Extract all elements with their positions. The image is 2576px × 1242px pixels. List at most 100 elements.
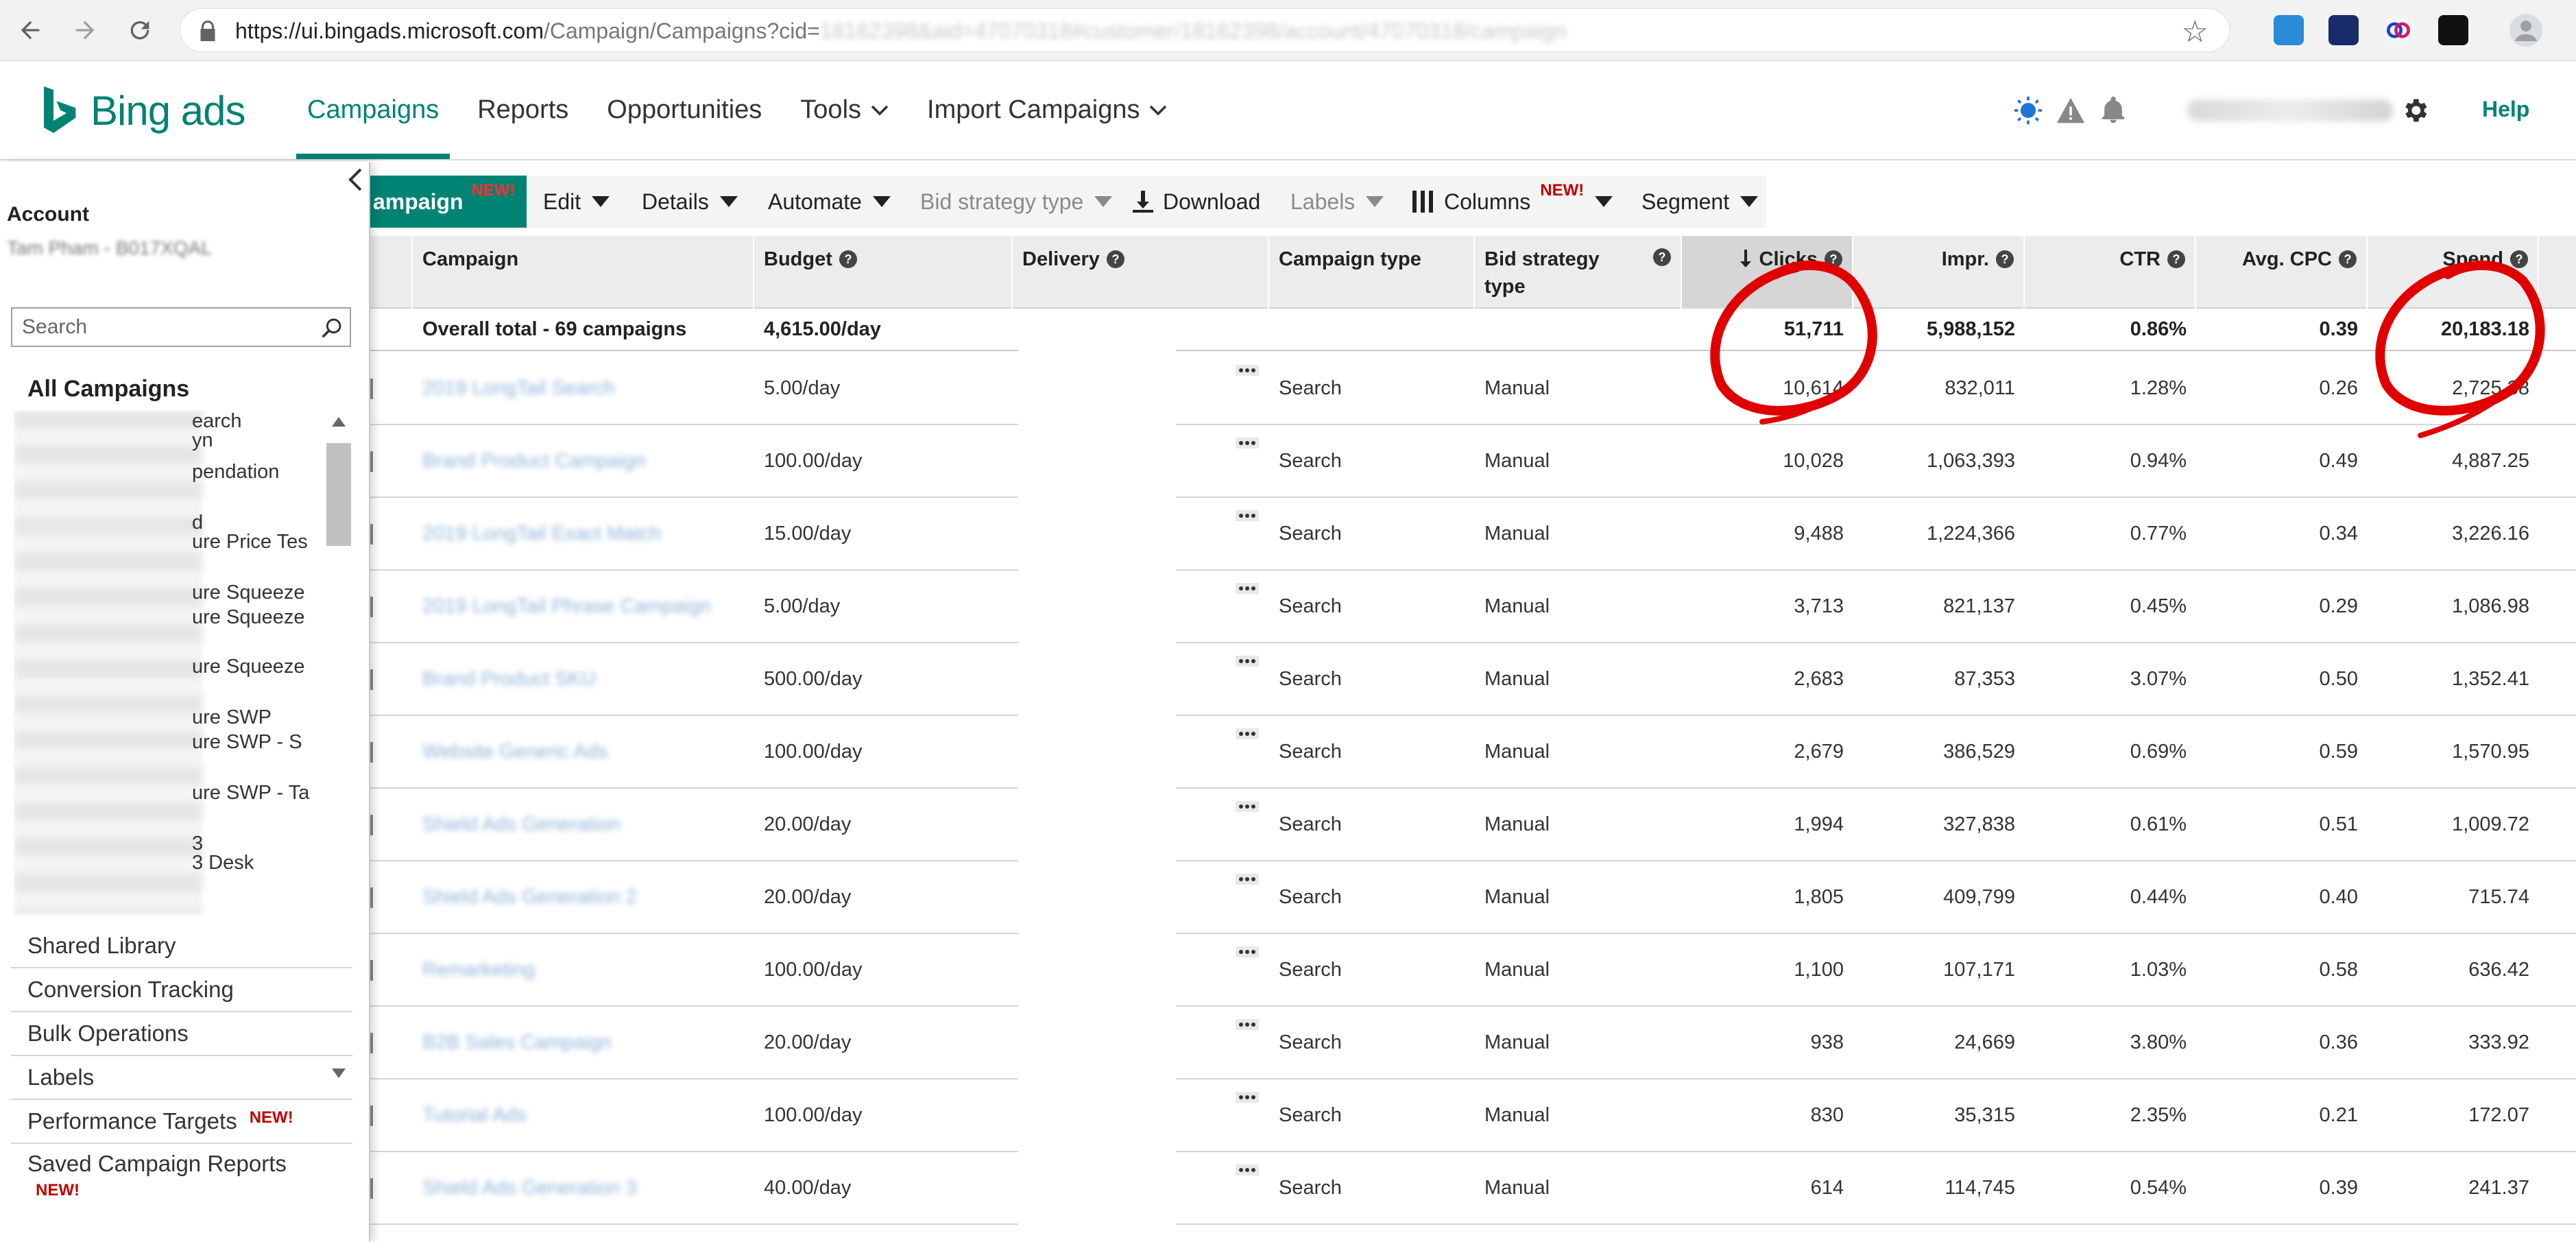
bookmark-star-icon[interactable]: ☆ — [2182, 14, 2208, 49]
table-row[interactable]: Brand Product Campaign 100.00/day Search Ma… — [370, 425, 2576, 498]
table-row[interactable]: Website Generic Ads 100.00/day Search Manua… — [370, 716, 2576, 789]
notification-bell-icon[interactable] — [2098, 95, 2128, 126]
row-select-edge[interactable] — [370, 1178, 373, 1199]
campaign-search-input[interactable] — [22, 309, 310, 346]
row-select-edge[interactable] — [370, 742, 373, 763]
user-email-redacted[interactable] — [2187, 99, 2393, 121]
table-row[interactable]: Brand Product SKU 500.00/day Search Manual 2… — [370, 643, 2576, 716]
column-header-campaign[interactable]: Campaign — [413, 236, 754, 309]
select-column-header[interactable] — [370, 236, 413, 309]
table-row[interactable]: 2019 LongTail Exact Match 15.00/day Search… — [370, 498, 2576, 571]
row-more-options-icon[interactable] — [1236, 946, 1259, 957]
extension-pen-icon[interactable] — [2328, 15, 2359, 45]
account-name[interactable]: Tam Pham - B017XQAL — [7, 237, 212, 259]
bing-ads-logo[interactable]: Bing ads — [41, 83, 245, 138]
menu-labels[interactable]: Labels — [11, 1056, 352, 1100]
help-question-icon[interactable]: ? — [1106, 250, 1124, 268]
campaign-tree-item[interactable]: ure Price Tes — [192, 531, 308, 553]
gear-icon[interactable] — [2400, 95, 2430, 126]
row-select-edge[interactable] — [370, 887, 373, 908]
search-icon[interactable] — [321, 317, 343, 339]
row-select-edge[interactable] — [370, 524, 373, 545]
row-more-options-icon[interactable] — [1236, 583, 1259, 594]
nav-reports[interactable]: Reports — [458, 61, 588, 159]
nav-opportunities[interactable]: Opportunities — [588, 61, 781, 159]
nav-import-campaigns[interactable]: Import Campaigns — [908, 61, 1186, 159]
help-question-icon[interactable]: ? — [1996, 250, 2014, 268]
budget-cell[interactable]: 20.00/day — [754, 861, 1013, 933]
campaign-tree-item[interactable]: 3 Desk — [192, 852, 254, 874]
row-more-options-icon[interactable] — [1236, 365, 1259, 376]
table-row[interactable]: Remarketing 100.00/day Search Manual 1,100 10… — [370, 934, 2576, 1007]
extension-link-icon[interactable] — [2383, 15, 2414, 45]
column-header-impr[interactable]: Impr.? — [1853, 236, 2025, 309]
row-select-edge[interactable] — [370, 597, 373, 617]
menu-saved-campaign-reports[interactable]: Saved Campaign Reports NEW! — [11, 1144, 352, 1206]
row-select-edge[interactable] — [370, 815, 373, 835]
budget-cell[interactable]: 15.00/day — [754, 498, 1013, 569]
campaign-name-link[interactable]: Brand Product Campaign — [413, 425, 754, 497]
segment-menu-button[interactable]: Segment — [1641, 176, 1759, 228]
campaign-tree-item[interactable]: ure Squeeze — [192, 606, 304, 629]
campaign-tree-item[interactable]: yn — [192, 429, 213, 452]
table-row[interactable]: Shield Ads Generation 2 20.00/day Search Ma… — [370, 861, 2576, 934]
column-header-clicks[interactable]: Clicks? — [1682, 236, 1853, 309]
automate-menu-button[interactable]: Automate — [768, 176, 891, 228]
forward-icon[interactable] — [66, 11, 104, 49]
table-row[interactable]: Shield Ads Generation 3 40.00/day Search Ma… — [370, 1152, 2576, 1225]
column-header-budget[interactable]: Budget? — [754, 236, 1013, 309]
row-more-options-icon[interactable] — [1236, 1092, 1259, 1103]
table-row[interactable]: 2019 LongTail Phrase Campaign 5.00/day Sea… — [370, 571, 2576, 643]
extension-photo-icon[interactable] — [2274, 15, 2304, 45]
table-row[interactable]: 2019 LongTail Search 5.00/day Search Manual… — [370, 353, 2576, 425]
columns-menu-button[interactable]: Columns NEW! — [1412, 176, 1613, 228]
campaign-tree-item[interactable]: pendation — [192, 461, 279, 483]
help-question-icon[interactable]: ? — [2510, 250, 2528, 268]
column-header-delivery[interactable]: Delivery? — [1013, 236, 1269, 309]
scrollbar-thumb[interactable] — [326, 443, 351, 546]
budget-cell[interactable]: 5.00/day — [754, 353, 1013, 424]
help-question-icon[interactable]: ? — [1653, 248, 1671, 266]
help-question-icon[interactable]: ? — [2167, 250, 2185, 268]
create-campaign-button[interactable]: ampaign NEW! — [370, 176, 527, 228]
warning-icon[interactable] — [2056, 95, 2086, 126]
budget-cell[interactable]: 100.00/day — [754, 425, 1013, 497]
row-select-edge[interactable] — [370, 1033, 373, 1053]
nav-campaigns[interactable]: Campaigns — [288, 61, 458, 159]
column-header-campaign-type[interactable]: Campaign type — [1269, 236, 1475, 309]
campaign-name-link[interactable]: B2B Sales Campaign — [413, 1007, 754, 1078]
extension-dark-icon[interactable] — [2438, 15, 2468, 45]
row-select-edge[interactable] — [370, 669, 373, 690]
column-header-ctr[interactable]: CTR? — [2025, 236, 2196, 309]
campaign-name-link[interactable]: Tutorial Ads — [413, 1079, 754, 1151]
download-button[interactable]: Download — [1133, 176, 1260, 228]
row-more-options-icon[interactable] — [1236, 728, 1259, 739]
status-sun-icon[interactable] — [2013, 95, 2043, 126]
budget-cell[interactable]: 20.00/day — [754, 789, 1013, 860]
budget-cell[interactable]: 100.00/day — [754, 1079, 1013, 1151]
help-link[interactable]: Help — [2482, 97, 2529, 122]
table-row[interactable]: Shield Ads Generation 20.00/day Search Manu… — [370, 789, 2576, 861]
menu-performance-targets[interactable]: Performance Targets NEW! — [11, 1100, 352, 1144]
all-campaigns-link[interactable]: All Campaigns — [27, 376, 189, 403]
address-bar[interactable]: https://ui.bingads.microsoft.com/Campaig… — [180, 8, 2230, 52]
row-select-edge[interactable] — [370, 960, 373, 981]
campaign-name-link[interactable]: 2019 LongTail Search — [413, 353, 754, 424]
column-header-bid-strategy[interactable]: Bid strategy type ? — [1475, 236, 1682, 309]
campaign-name-link[interactable]: 2019 LongTail Exact Match — [413, 498, 754, 569]
campaign-name-link[interactable]: Website Generic Ads — [413, 716, 754, 787]
row-select-edge[interactable] — [370, 379, 373, 399]
edit-menu-button[interactable]: Edit — [543, 176, 610, 228]
campaign-tree-item[interactable]: ure SWP — [192, 706, 272, 729]
menu-bulk-operations[interactable]: Bulk Operations — [11, 1012, 352, 1056]
budget-cell[interactable]: 20.00/day — [754, 1007, 1013, 1078]
row-select-edge[interactable] — [370, 451, 373, 472]
help-question-icon[interactable]: ? — [839, 250, 857, 268]
budget-cell[interactable]: 5.00/day — [754, 571, 1013, 642]
row-more-options-icon[interactable] — [1236, 656, 1259, 667]
help-question-icon[interactable]: ? — [2339, 250, 2357, 268]
campaign-name-link[interactable]: Shield Ads Generation 2 — [413, 861, 754, 933]
profile-avatar-icon[interactable] — [2509, 14, 2542, 47]
column-header-next[interactable] — [2539, 236, 2576, 309]
table-row[interactable]: Tutorial Ads 100.00/day Search Manual 830 35,… — [370, 1079, 2576, 1152]
